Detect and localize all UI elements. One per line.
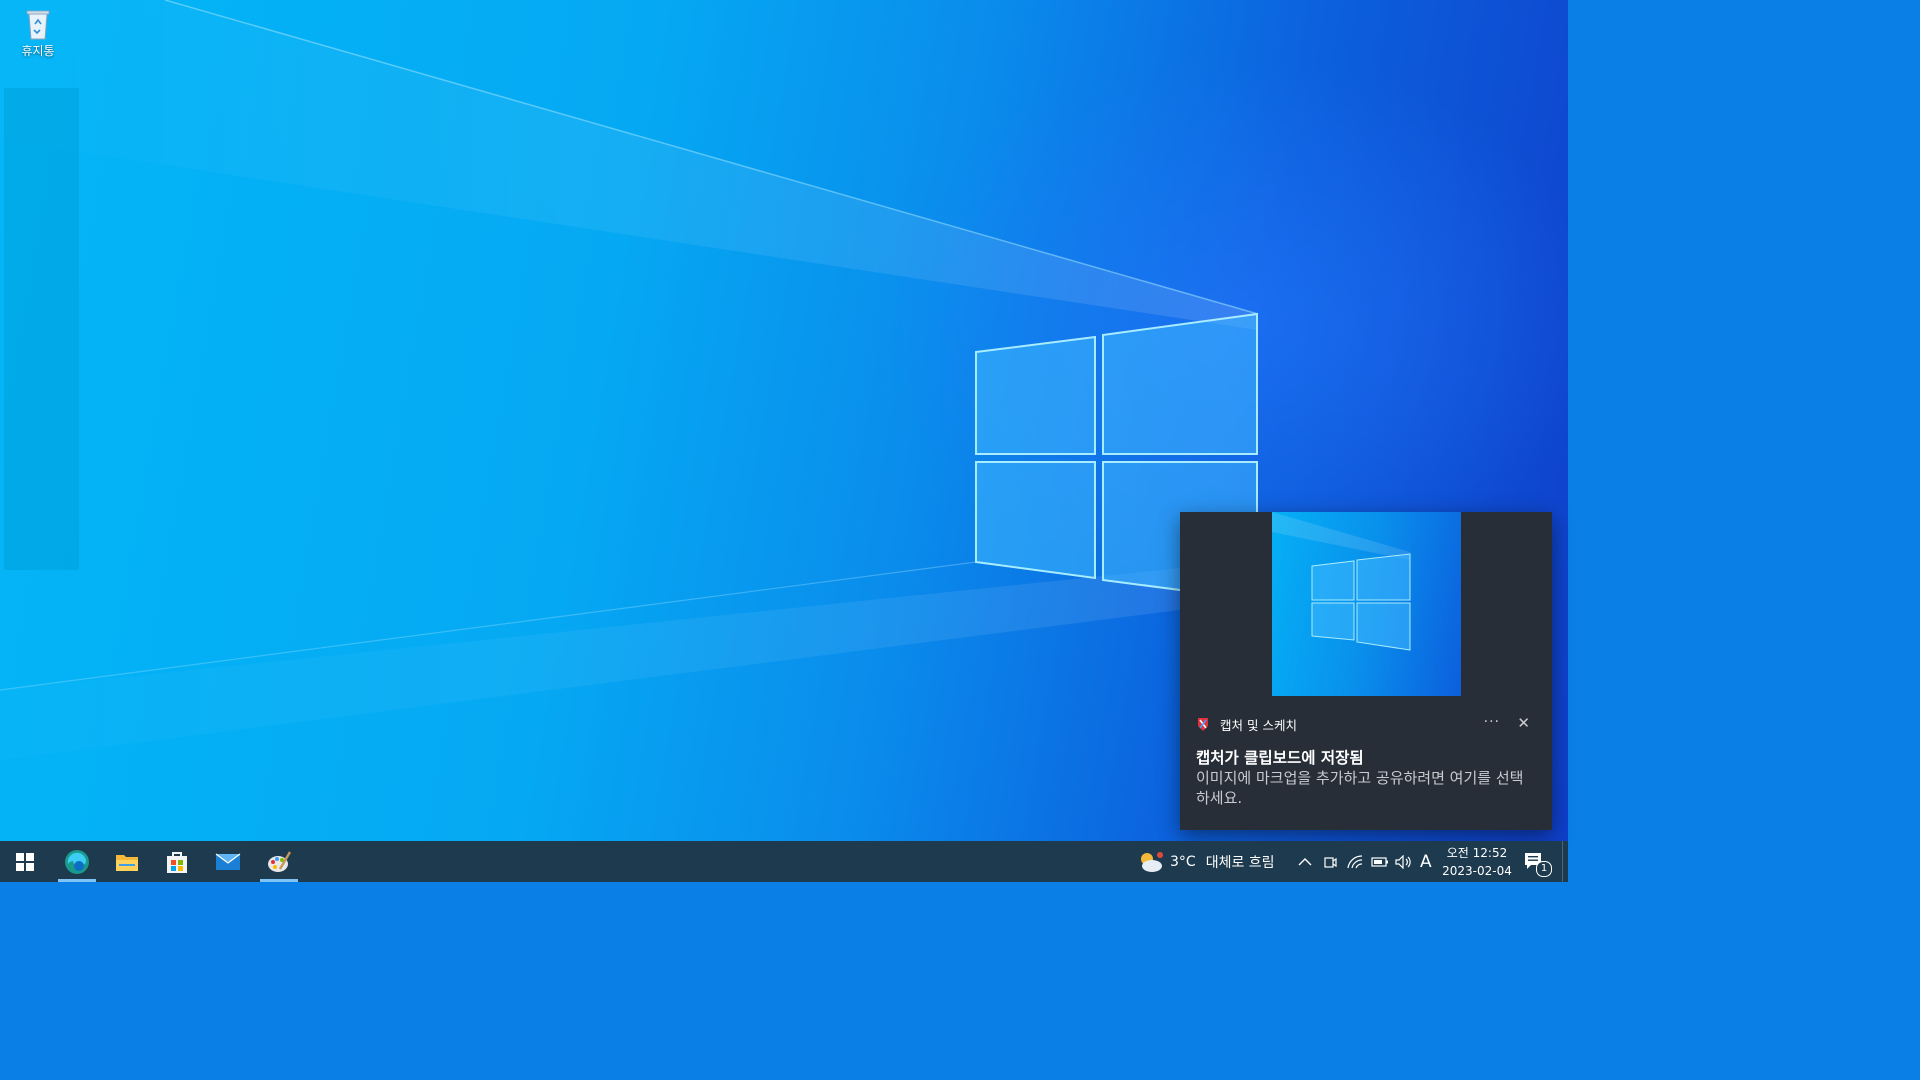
- recycle-bin-icon: [26, 10, 50, 40]
- toast-body: 이미지에 마크업을 추가하고 공유하려면 여기를 선택하세요.: [1196, 769, 1524, 807]
- start-button[interactable]: [0, 841, 50, 882]
- edge-icon: [65, 849, 89, 874]
- taskbar-paint[interactable]: [254, 841, 304, 882]
- taskbar-edge[interactable]: [52, 841, 102, 882]
- folder-icon: [116, 854, 138, 871]
- speaker-icon: [1395, 854, 1411, 869]
- partly-cloudy-icon: [1141, 851, 1163, 872]
- store-icon: [167, 851, 187, 873]
- battery-button[interactable]: [1371, 841, 1389, 882]
- desktop-icon-recycle-bin[interactable]: 휴지통: [10, 6, 66, 59]
- mail-icon: [215, 853, 241, 870]
- weather-widget[interactable]: 3°C 대체로 흐림: [1136, 841, 1275, 882]
- toast-more-button[interactable]: ···: [1484, 714, 1500, 730]
- taskbar-mail[interactable]: [203, 841, 253, 882]
- clock-time: 오전 12:52: [1446, 846, 1508, 860]
- taskbar-file-explorer[interactable]: [102, 841, 152, 882]
- ime-indicator[interactable]: A: [1420, 841, 1432, 882]
- notification-count-badge: 1: [1536, 861, 1552, 877]
- toast-app-name: 캡처 및 스케치: [1220, 717, 1297, 733]
- desktop-selection-area: [4, 88, 79, 570]
- toast-close-button[interactable]: ✕: [1517, 714, 1530, 732]
- toast-header: 캡처 및 스케치 ··· ✕: [1196, 714, 1536, 734]
- show-hidden-icons-button[interactable]: [1298, 841, 1312, 882]
- camera-icon: [1324, 856, 1337, 868]
- network-button[interactable]: [1347, 841, 1363, 882]
- windows-start-icon: [16, 852, 34, 871]
- battery-icon: [1371, 856, 1388, 867]
- capture-thumbnail[interactable]: [1272, 512, 1461, 696]
- taskbar-clock[interactable]: 오전 12:52 2023-02-04: [1438, 844, 1516, 880]
- show-desktop-button[interactable]: [1562, 841, 1569, 882]
- weather-condition: 대체로 흐림: [1205, 854, 1275, 871]
- chevron-up-icon: [1298, 857, 1312, 865]
- toast-title: 캡처가 클립보드에 저장됨: [1196, 749, 1364, 767]
- volume-button[interactable]: [1395, 841, 1413, 882]
- clock-date: 2023-02-04: [1442, 864, 1512, 878]
- weather-temp: 3°C: [1170, 853, 1196, 870]
- meet-now-button[interactable]: [1323, 841, 1337, 882]
- toast-notification[interactable]: 캡처 및 스케치 ··· ✕ 캡처가 클립보드에 저장됨 이미지에 마크업을 추…: [1180, 512, 1552, 830]
- taskbar: 3°C 대체로 흐림 A 오전 12:52 2023-02-04 1: [0, 841, 1568, 882]
- paint-icon: [268, 850, 292, 872]
- wifi-icon: [1347, 854, 1363, 868]
- taskbar-store[interactable]: [152, 841, 202, 882]
- snip-sketch-icon: [1198, 718, 1208, 731]
- action-center-button[interactable]: 1: [1524, 841, 1552, 882]
- recycle-bin-label: 휴지통: [21, 44, 55, 58]
